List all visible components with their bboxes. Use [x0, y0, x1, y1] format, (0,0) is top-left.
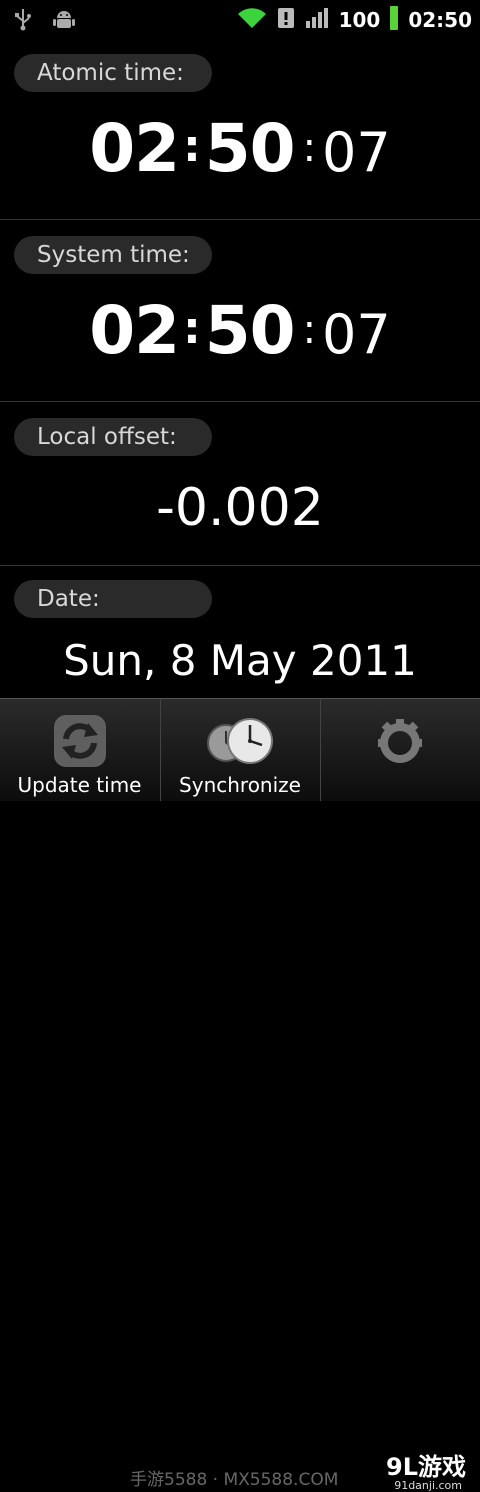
battery-level: 100 — [338, 8, 381, 32]
atomic-minutes: 50 — [204, 110, 296, 187]
system-colon-2: : — [302, 307, 317, 353]
wifi-icon — [237, 6, 267, 34]
system-hours: 02 — [89, 292, 180, 369]
alert-icon — [277, 7, 295, 33]
system-time-value: 02:50:07 — [0, 292, 480, 369]
atomic-hours: 02 — [89, 110, 180, 187]
date-value: Sun, 8 May 2011 — [63, 636, 417, 685]
refresh-icon — [52, 713, 108, 773]
atomic-time-section: Atomic time: 02:50:07 — [0, 38, 480, 220]
android-debug-icon — [52, 7, 76, 35]
atomic-seconds: 07 — [322, 121, 391, 184]
system-seconds: 07 — [322, 303, 391, 366]
system-time-label: System time: — [14, 236, 212, 274]
synchronize-button[interactable]: Synchronize — [160, 699, 319, 801]
clock-icon — [204, 713, 276, 773]
local-offset-label: Local offset: — [14, 418, 212, 456]
atomic-time-label: Atomic time: — [14, 54, 212, 92]
update-time-label: Update time — [17, 773, 142, 797]
atomic-time-value: 02:50:07 — [0, 110, 480, 187]
usb-icon — [14, 7, 32, 35]
local-offset-value: -0.002 — [156, 478, 324, 538]
synchronize-label: Synchronize — [179, 773, 301, 797]
signal-icon — [305, 7, 329, 33]
date-label: Date: — [14, 580, 212, 618]
system-minutes: 50 — [204, 292, 296, 369]
bottom-toolbar: Update time Synchronize 手游5588 · MX5588.… — [0, 698, 480, 1492]
gear-icon — [372, 713, 428, 773]
settings-button[interactable] — [320, 699, 479, 801]
update-time-button[interactable]: Update time — [0, 699, 159, 801]
status-bar: 100 02:50 — [0, 0, 480, 38]
atomic-colon: : — [183, 121, 201, 172]
battery-icon — [390, 6, 399, 34]
system-colon: : — [183, 303, 201, 354]
watermark-text: 手游5588 · MX5588.COM — [130, 1470, 339, 1490]
local-offset-section: Local offset: -0.002 — [0, 402, 480, 566]
status-clock: 02:50 — [408, 8, 472, 32]
watermark-logo-sub: 91danji.com — [394, 1479, 462, 1492]
date-section: Date: Sun, 8 May 2011 — [0, 566, 480, 698]
system-time-section: System time: 02:50:07 — [0, 220, 480, 402]
atomic-colon-2: : — [302, 125, 317, 171]
watermark-logo: 9L游戏 — [386, 1453, 466, 1481]
